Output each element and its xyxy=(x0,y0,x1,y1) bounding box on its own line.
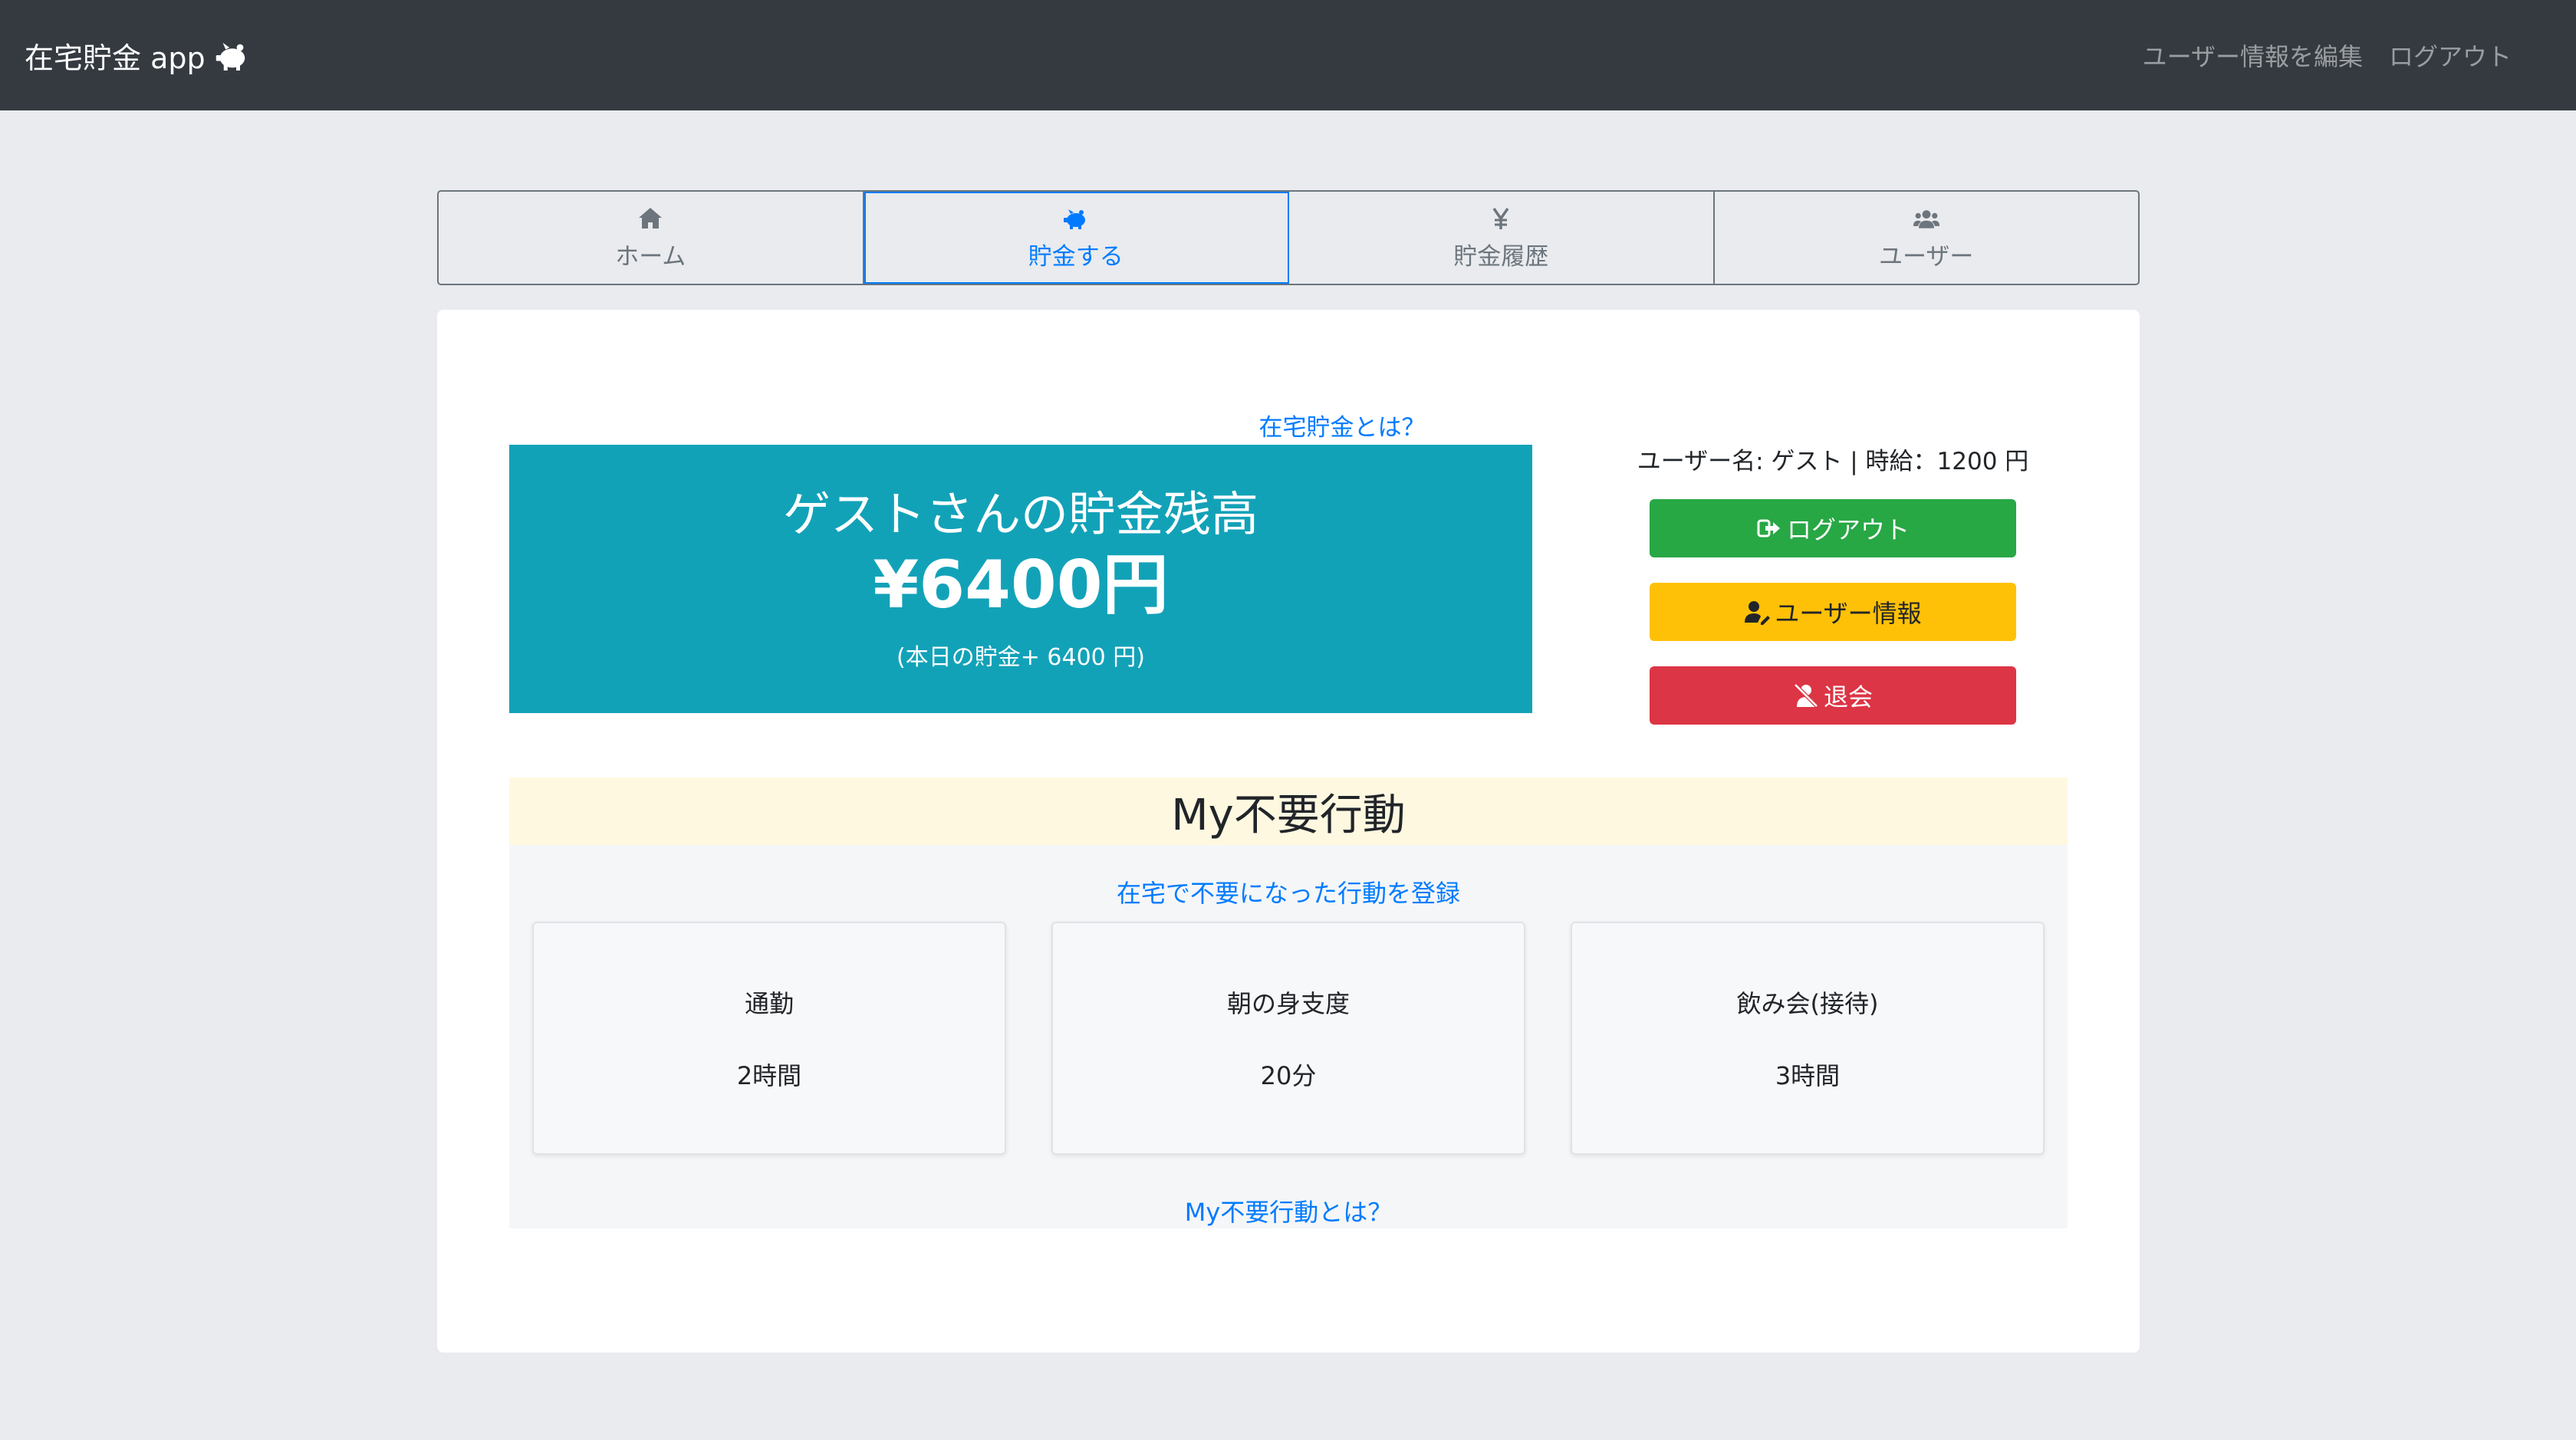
action-time: 20分 xyxy=(1260,1061,1317,1090)
register-action-link[interactable]: 在宅で不要になった行動を登録 xyxy=(509,874,2068,909)
piggy-bank-icon xyxy=(1063,209,1085,229)
actions-section: 在宅で不要になった行動を登録 通勤 2時間 朝の身支度 20分 飲み会(接待) … xyxy=(509,845,2068,1228)
balance-amount: ¥6400円 xyxy=(873,547,1169,624)
withdraw-button[interactable]: 退会 xyxy=(1650,666,2016,725)
piggy-bank-icon xyxy=(215,42,245,71)
about-link[interactable]: 在宅貯金とは？ xyxy=(1204,408,1480,442)
logout-button[interactable]: ログアウト xyxy=(1650,499,2016,557)
balance-panel: ゲストさんの貯金残高 ¥6400円 (本日の貯金+ 6400 円) xyxy=(509,445,1532,713)
action-time: 2時間 xyxy=(736,1061,802,1090)
tab-home-label: ホーム xyxy=(615,242,686,271)
action-card[interactable]: 朝の身支度 20分 xyxy=(1051,922,1525,1155)
brand-link[interactable]: 在宅貯金 app xyxy=(25,35,252,77)
user-info-button-label: ユーザー情報 xyxy=(1775,600,1922,627)
navbar: 在宅貯金 app ユーザー情報を編集 ログアウト xyxy=(0,0,2576,110)
withdraw-button-label: 退会 xyxy=(1823,683,1873,711)
tab-home[interactable]: ホーム xyxy=(439,192,864,284)
tab-history-label: 貯金履歴 xyxy=(1453,242,1549,271)
user-info-button[interactable]: ユーザー情報 xyxy=(1650,583,2016,641)
action-name: 飲み会(接待) xyxy=(1736,989,1879,1018)
tab-history[interactable]: 貯金履歴 xyxy=(1289,192,1715,284)
what-is-action-link[interactable]: My不要行動とは？ xyxy=(509,1193,2068,1228)
nav-logout-link[interactable]: ログアウト xyxy=(2389,38,2512,73)
user-info: ユーザー名: ゲスト | 時給：1200 円 xyxy=(1637,448,2029,475)
actions-title: My不要行動 xyxy=(509,778,2068,845)
tab-bar: ホーム 貯金する 貯金履歴 ユーザー xyxy=(437,190,2140,285)
home-icon xyxy=(639,207,663,228)
tab-users-label: ユーザー xyxy=(1879,242,1974,271)
balance-today: (本日の貯金+ 6400 円) xyxy=(897,643,1145,671)
brand-title: 在宅貯金 app xyxy=(25,41,206,75)
action-name: 朝の身支度 xyxy=(1226,989,1350,1018)
action-card[interactable]: 飲み会(接待) 3時間 xyxy=(1571,922,2045,1155)
tab-save[interactable]: 貯金する xyxy=(864,192,1289,284)
tab-save-label: 貯金する xyxy=(1028,242,1124,271)
logout-button-label: ログアウト xyxy=(1786,516,1910,544)
user-panel: ユーザー名: ゲスト | 時給：1200 円 ログアウト ユーザー情報 退会 xyxy=(1618,442,2048,750)
balance-title: ゲストさんの貯金残高 xyxy=(782,486,1258,543)
user-edit-icon xyxy=(1745,601,1771,625)
main-card: 在宅貯金とは？ ゲストさんの貯金残高 ¥6400円 (本日の貯金+ 6400 円… xyxy=(437,310,2140,1353)
nav-links: ユーザー情報を編集 ログアウト xyxy=(2143,38,2512,73)
nav-edit-user-link[interactable]: ユーザー情報を編集 xyxy=(2143,38,2363,73)
yen-icon xyxy=(1492,207,1509,229)
action-time: 3時間 xyxy=(1775,1061,1841,1090)
users-icon xyxy=(1913,209,1939,228)
sign-out-icon xyxy=(1757,519,1780,538)
tab-users[interactable]: ユーザー xyxy=(1715,192,2139,284)
user-slash-icon xyxy=(1794,683,1818,708)
action-card[interactable]: 通勤 2時間 xyxy=(532,922,1006,1155)
action-name: 通勤 xyxy=(744,989,794,1018)
